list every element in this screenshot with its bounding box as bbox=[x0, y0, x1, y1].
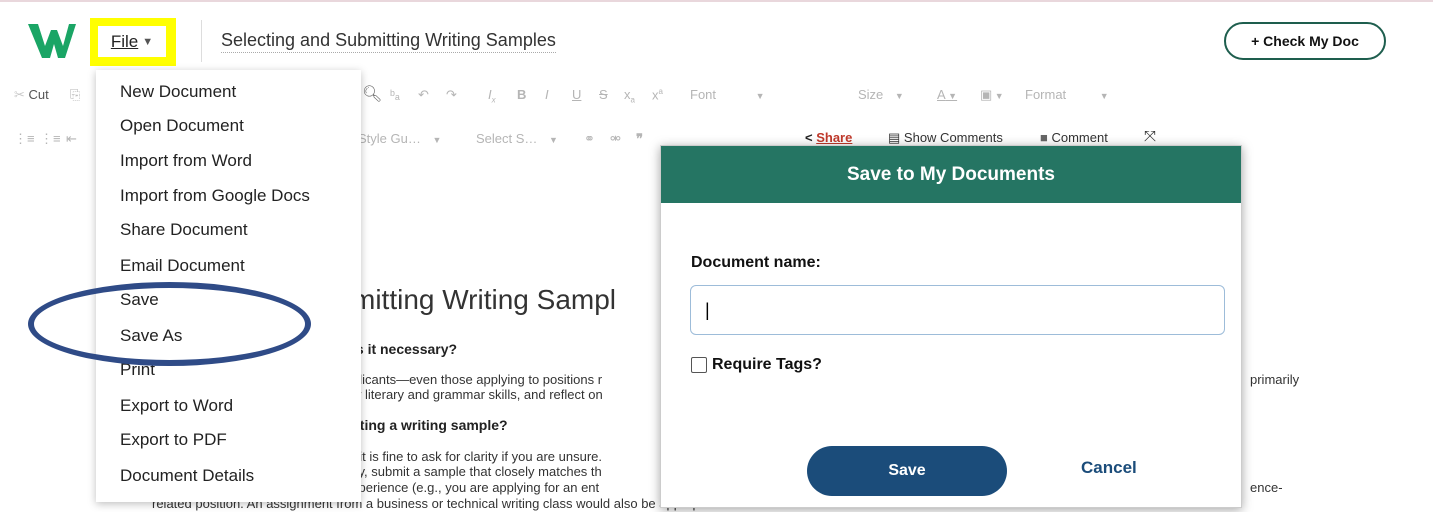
format-select[interactable]: Format ▼ bbox=[1025, 87, 1109, 102]
text-color-icon[interactable]: A ▼ bbox=[937, 87, 957, 102]
file-menu-button[interactable]: File ▼ bbox=[98, 26, 166, 57]
fullscreen-icon[interactable]: ⤧ bbox=[1144, 128, 1156, 145]
cut-button[interactable]: ✂ Cut bbox=[14, 87, 49, 103]
underline-icon[interactable]: U bbox=[572, 87, 581, 102]
document-heading: mitting Writing Sampl bbox=[352, 284, 617, 315]
comment-button[interactable]: ■ Comment bbox=[1040, 130, 1108, 145]
link-icon[interactable]: ⚭ bbox=[584, 131, 595, 147]
share-button[interactable]: < Share bbox=[805, 130, 852, 145]
document-title[interactable]: Selecting and Submitting Writing Samples bbox=[221, 30, 556, 53]
comment-icon: ■ bbox=[1040, 130, 1048, 145]
menu-item-email-document[interactable]: Email Document bbox=[120, 256, 245, 276]
document-paragraph-line: ; it is fine to ask for clarity if you a… bbox=[352, 449, 602, 464]
document-paragraph-line: xperience (e.g., you are applying for an… bbox=[352, 480, 600, 495]
checkbox-icon bbox=[691, 357, 707, 373]
comment-label: Comment bbox=[1051, 130, 1108, 145]
select-style-select[interactable]: Select S… ▼ bbox=[476, 131, 558, 146]
style-guide-label: Style Gu… bbox=[358, 131, 421, 146]
comments-icon: ▤ bbox=[888, 130, 901, 145]
select-style-label: Select S… bbox=[476, 131, 538, 146]
dialog-title: Save to My Documents bbox=[661, 146, 1241, 203]
file-menu-highlight: File ▼ bbox=[90, 18, 176, 66]
document-paragraph-line: ence- bbox=[1250, 480, 1283, 495]
menu-item-open-document[interactable]: Open Document bbox=[120, 116, 244, 136]
document-paragraph-line: primarily bbox=[1250, 372, 1300, 387]
size-select[interactable]: Size ▼ bbox=[858, 87, 904, 102]
app-logo[interactable] bbox=[28, 24, 76, 58]
menu-item-share-document[interactable]: Share Document bbox=[120, 220, 248, 240]
menu-item-import-word[interactable]: Import from Word bbox=[120, 151, 252, 171]
document-name-label: Document name: bbox=[691, 254, 821, 271]
cancel-button[interactable]: Cancel bbox=[1081, 458, 1137, 478]
replace-icon[interactable]: ᵇₐ bbox=[390, 87, 400, 102]
show-comments-button[interactable]: ▤ Show Comments bbox=[888, 130, 1003, 146]
header-divider bbox=[201, 20, 202, 62]
format-label: Format bbox=[1025, 87, 1067, 102]
share-label: Share bbox=[816, 130, 853, 145]
document-paragraph-line: w literary and grammar skills, and refle… bbox=[352, 387, 603, 402]
cut-label: Cut bbox=[28, 87, 49, 102]
chevron-down-icon: ▼ bbox=[549, 135, 558, 145]
bulleted-list-icon[interactable]: ⋮≡ bbox=[40, 131, 61, 147]
document-name-input[interactable] bbox=[690, 285, 1225, 335]
numbered-list-icon[interactable]: ⋮≡ bbox=[14, 131, 35, 147]
copy-icon[interactable]: ⎘ bbox=[70, 87, 80, 103]
require-tags-label: Require Tags? bbox=[712, 356, 822, 373]
menu-item-import-google-docs[interactable]: Import from Google Docs bbox=[120, 186, 310, 206]
find-icon[interactable]: 🔍︎ bbox=[362, 84, 382, 104]
annotation-oval bbox=[28, 282, 311, 366]
background-color-icon[interactable]: ▣ ▼ bbox=[980, 87, 1004, 103]
caret-down-icon: ▼ bbox=[142, 35, 154, 48]
subscript-icon[interactable]: xa bbox=[624, 87, 635, 105]
font-select[interactable]: Font ▼ bbox=[690, 87, 765, 102]
chevron-down-icon: ▼ bbox=[894, 91, 904, 101]
show-comments-label: Show Comments bbox=[903, 130, 1003, 145]
chevron-down-icon: ▼ bbox=[432, 135, 442, 145]
save-button[interactable]: Save bbox=[807, 446, 1007, 496]
document-question-1: is it necessary? bbox=[352, 341, 458, 357]
size-label: Size bbox=[858, 87, 884, 102]
check-my-doc-button[interactable]: + Check My Doc bbox=[1224, 22, 1386, 60]
clear-format-icon[interactable]: Ix bbox=[488, 87, 496, 105]
save-dialog: Save to My Documents Document name: Requ… bbox=[660, 145, 1242, 508]
scissors-icon: ✂ bbox=[14, 87, 25, 102]
menu-item-new-document[interactable]: New Document bbox=[120, 82, 236, 102]
chevron-down-icon: ▼ bbox=[755, 91, 765, 101]
top-border bbox=[0, 0, 1433, 2]
redo-icon[interactable]: ↷ bbox=[446, 87, 457, 103]
document-paragraph-line: plicants—even those applying to position… bbox=[352, 372, 603, 387]
quote-icon[interactable]: ❞ bbox=[636, 131, 643, 147]
superscript-icon[interactable]: xa bbox=[652, 87, 663, 102]
require-tags-checkbox[interactable]: Require Tags? bbox=[691, 356, 822, 374]
document-question-2: cting a writing sample? bbox=[352, 417, 508, 433]
undo-icon[interactable]: ↶ bbox=[418, 87, 429, 103]
share-icon: < bbox=[805, 130, 813, 145]
bold-icon[interactable]: B bbox=[517, 87, 526, 102]
chevron-down-icon: ▼ bbox=[1099, 91, 1109, 101]
outdent-icon[interactable]: ⇤ bbox=[66, 131, 77, 147]
document-paragraph-line: ify, submit a sample that closely matche… bbox=[352, 464, 602, 479]
font-label: Font bbox=[690, 87, 717, 102]
menu-item-export-word[interactable]: Export to Word bbox=[120, 396, 233, 416]
unlink-icon[interactable]: ⚮ bbox=[610, 131, 621, 147]
file-menu-label: File bbox=[110, 31, 139, 51]
style-guide-select[interactable]: Style Gu… ▼ bbox=[358, 131, 441, 146]
strikethrough-icon[interactable]: S bbox=[599, 87, 608, 102]
italic-icon[interactable]: I bbox=[545, 87, 549, 102]
menu-item-document-details[interactable]: Document Details bbox=[120, 466, 254, 486]
menu-item-export-pdf[interactable]: Export to PDF bbox=[120, 430, 227, 450]
